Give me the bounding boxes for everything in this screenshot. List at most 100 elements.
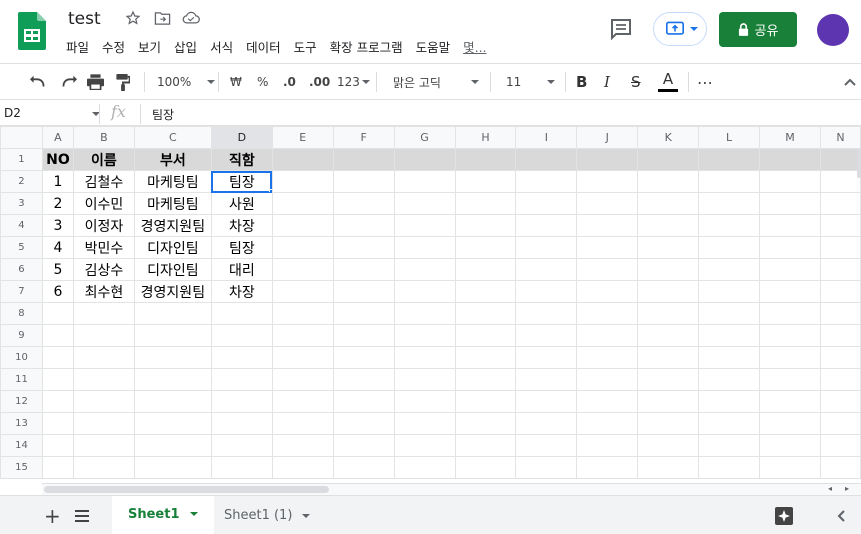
star-icon[interactable] xyxy=(124,9,142,27)
row-header[interactable]: 3 xyxy=(0,192,43,215)
cell-j9[interactable] xyxy=(576,324,639,347)
column-header-n[interactable]: N xyxy=(819,126,861,149)
cell-b13[interactable] xyxy=(72,412,135,435)
menu-insert[interactable]: 삽입 xyxy=(174,37,197,56)
present-dropdown-icon[interactable] xyxy=(690,27,698,31)
cell-l1[interactable] xyxy=(698,148,761,171)
cell-c14[interactable] xyxy=(133,434,212,457)
column-header-j[interactable]: J xyxy=(576,126,639,149)
cell-g9[interactable] xyxy=(393,324,456,347)
row-header[interactable]: 8 xyxy=(0,302,43,325)
cell-f12[interactable] xyxy=(332,390,395,413)
cell-a13[interactable] xyxy=(41,412,74,435)
cell-m3[interactable] xyxy=(759,192,821,215)
row-header[interactable]: 10 xyxy=(0,346,43,369)
cell-l13[interactable] xyxy=(698,412,761,435)
cell-f13[interactable] xyxy=(332,412,395,435)
cell-g6[interactable] xyxy=(393,258,456,281)
cell-m4[interactable] xyxy=(759,214,821,237)
cell-e3[interactable] xyxy=(271,192,334,215)
cell-i6[interactable] xyxy=(515,258,578,281)
cell-m11[interactable] xyxy=(759,368,821,391)
cell-b5[interactable]: 박민수 xyxy=(72,236,135,259)
cell-n4[interactable] xyxy=(819,214,861,237)
cell-j1[interactable] xyxy=(576,148,639,171)
cell-l10[interactable] xyxy=(698,346,761,369)
cell-d14[interactable] xyxy=(210,434,273,457)
row-header[interactable]: 5 xyxy=(0,236,43,259)
cell-f2[interactable] xyxy=(332,170,395,193)
cell-m6[interactable] xyxy=(759,258,821,281)
cell-n3[interactable] xyxy=(819,192,861,215)
number-format-select[interactable]: 123 xyxy=(337,64,370,100)
cell-k9[interactable] xyxy=(637,324,700,347)
cell-l6[interactable] xyxy=(698,258,761,281)
cell-m1[interactable] xyxy=(759,148,821,171)
cell-d8[interactable] xyxy=(210,302,273,325)
cell-d4[interactable]: 차장 xyxy=(210,214,273,237)
cell-e12[interactable] xyxy=(271,390,334,413)
cell-l14[interactable] xyxy=(698,434,761,457)
cell-l12[interactable] xyxy=(698,390,761,413)
cell-c6[interactable]: 디자인팀 xyxy=(133,258,212,281)
menu-data[interactable]: 데이터 xyxy=(246,37,281,56)
cell-n8[interactable] xyxy=(819,302,861,325)
cell-g5[interactable] xyxy=(393,236,456,259)
cell-g14[interactable] xyxy=(393,434,456,457)
cell-k13[interactable] xyxy=(637,412,700,435)
side-panel-toggle-icon[interactable] xyxy=(837,496,845,534)
cell-l8[interactable] xyxy=(698,302,761,325)
cell-b15[interactable] xyxy=(72,456,135,479)
present-button[interactable] xyxy=(653,12,707,46)
column-header-i[interactable]: I xyxy=(515,126,578,149)
cell-f5[interactable] xyxy=(332,236,395,259)
row-header[interactable]: 6 xyxy=(0,258,43,281)
cell-g10[interactable] xyxy=(393,346,456,369)
cell-i4[interactable] xyxy=(515,214,578,237)
scroll-right-icon[interactable]: ▸ xyxy=(845,484,849,493)
cell-m9[interactable] xyxy=(759,324,821,347)
cell-n7[interactable] xyxy=(819,280,861,303)
cell-n12[interactable] xyxy=(819,390,861,413)
cell-h12[interactable] xyxy=(454,390,517,413)
cell-b2[interactable]: 김철수 xyxy=(72,170,135,193)
cell-k8[interactable] xyxy=(637,302,700,325)
more-options-icon[interactable]: ⋯ xyxy=(697,64,713,100)
cell-j4[interactable] xyxy=(576,214,639,237)
cell-m10[interactable] xyxy=(759,346,821,369)
collapse-menus-icon[interactable] xyxy=(844,64,856,100)
cell-m15[interactable] xyxy=(759,456,821,479)
row-header[interactable]: 13 xyxy=(0,412,43,435)
cell-i11[interactable] xyxy=(515,368,578,391)
cell-b10[interactable] xyxy=(72,346,135,369)
cell-d9[interactable] xyxy=(210,324,273,347)
row-header[interactable]: 14 xyxy=(0,434,43,457)
cell-d11[interactable] xyxy=(210,368,273,391)
cell-g2[interactable] xyxy=(393,170,456,193)
cell-c4[interactable]: 경영지원팀 xyxy=(133,214,212,237)
menu-help[interactable]: 도움말 xyxy=(416,37,451,56)
cell-h1[interactable] xyxy=(454,148,517,171)
cell-c13[interactable] xyxy=(133,412,212,435)
cell-i9[interactable] xyxy=(515,324,578,347)
cell-j13[interactable] xyxy=(576,412,639,435)
row-header[interactable]: 11 xyxy=(0,368,43,391)
cell-e8[interactable] xyxy=(271,302,334,325)
cell-b1[interactable]: 이름 xyxy=(72,148,135,171)
menu-format[interactable]: 서식 xyxy=(210,37,233,56)
cell-h7[interactable] xyxy=(454,280,517,303)
cell-h3[interactable] xyxy=(454,192,517,215)
cell-k14[interactable] xyxy=(637,434,700,457)
sheet-tab-dropdown-icon[interactable] xyxy=(189,512,198,516)
column-header-l[interactable]: L xyxy=(698,126,761,149)
cell-j6[interactable] xyxy=(576,258,639,281)
cell-k15[interactable] xyxy=(637,456,700,479)
redo-icon[interactable] xyxy=(59,64,77,100)
cell-a11[interactable] xyxy=(41,368,74,391)
cell-j11[interactable] xyxy=(576,368,639,391)
cell-k5[interactable] xyxy=(637,236,700,259)
column-header-a[interactable]: A xyxy=(41,126,74,149)
column-header-c[interactable]: C xyxy=(133,126,212,149)
cell-h4[interactable] xyxy=(454,214,517,237)
cell-d3[interactable]: 사원 xyxy=(210,192,273,215)
